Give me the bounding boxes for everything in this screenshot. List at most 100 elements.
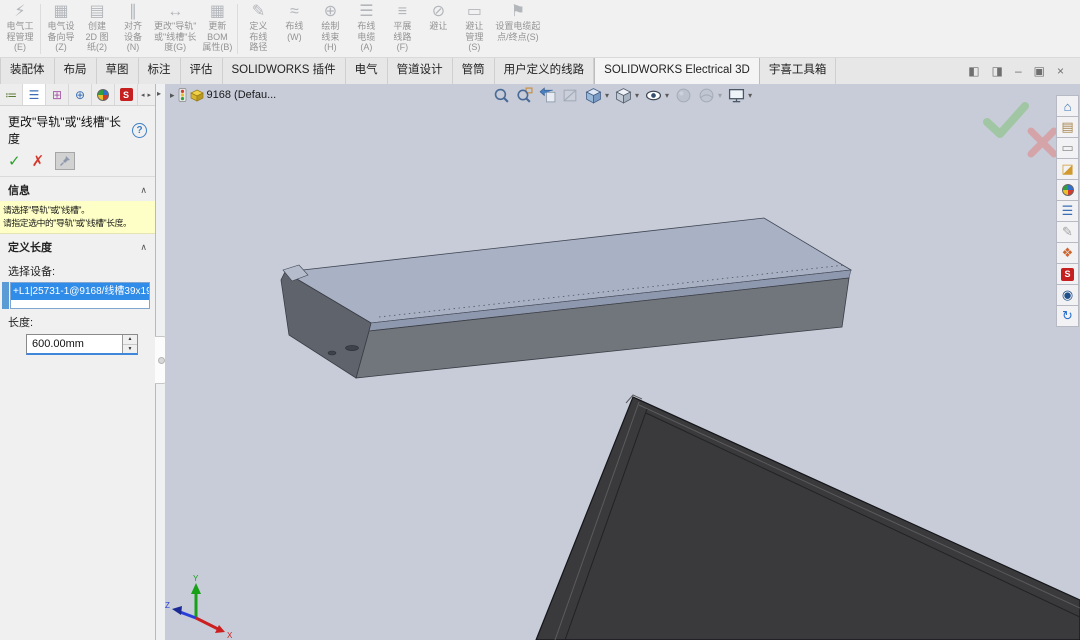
dropdown-caret-icon[interactable]: ▾ [718,91,722,100]
collapse-chevron-icon: ∧ [140,242,147,253]
tab-评估[interactable]: 评估 [181,58,223,84]
restore-icon[interactable]: ▣ [1034,65,1045,77]
ribbon-button-update-bom-properties[interactable]: ▦更新BOM属性(B) [199,1,235,57]
pane-toggle-left-icon[interactable]: ◧ [968,65,979,77]
cable-tray-model[interactable] [281,218,851,378]
task-pane-electrical-manager-button[interactable]: S [1056,263,1079,285]
minimize-icon[interactable]: – [1015,65,1022,77]
edit-appearance-icon[interactable] [675,87,692,104]
tab-草图[interactable]: 草图 [97,58,139,84]
electrical-manager-tab-icon: S [120,88,133,101]
length-input[interactable]: 600.00mm [27,335,122,353]
ribbon-button-set-cable-endpoints[interactable]: ⚑设置电缆起点/终点(S) [492,1,543,57]
confirm-ok-icon[interactable] [987,106,1025,134]
feature-manager-tab[interactable]: ≔ [0,84,23,105]
task-pane-community-button[interactable]: ❖ [1056,242,1079,264]
ribbon-button-align-components[interactable]: ∥对齐设备(N) [115,1,151,57]
stepper-up-icon[interactable]: ▲ [123,335,137,345]
close-icon[interactable]: × [1057,65,1064,77]
display-manager-tab-icon [97,89,109,101]
ribbon-button-label: 避让 [465,21,483,32]
scroll-left-icon[interactable]: ◂ [141,91,145,99]
dropdown-caret-icon[interactable]: ▾ [748,91,752,100]
ribbon-button-label: 设备 [124,32,142,43]
triad-z-label: Z [165,601,170,610]
ribbon-button-draw-harness[interactable]: ⊕绘制线束(H) [312,1,348,57]
dimxpert-manager-tab[interactable]: ⊕ [69,84,92,105]
model-canvas[interactable]: Y X Z [165,84,1080,640]
ribbon-button-avoid-manager[interactable]: ▭避让管理(S) [456,1,492,57]
ok-button[interactable]: ✓ [8,152,21,170]
hide-show-items-icon[interactable] [645,87,662,104]
ribbon-button-define-routing-path[interactable]: ✎定义布线路径 [240,1,276,57]
tab-电气[interactable]: 电气 [346,58,388,84]
ribbon-button-label: 线路 [393,32,411,43]
pane-toggle-right-icon[interactable]: ◨ [992,65,1003,77]
task-pane-custom-properties-button[interactable]: ☰ [1056,200,1079,222]
tree-root-label[interactable]: 9168 (Defau... [207,89,277,101]
tab-管道设计[interactable]: 管道设计 [388,58,453,84]
stepper-down-icon[interactable]: ▼ [123,345,137,354]
zoom-fit-icon[interactable] [493,87,510,104]
panel-flyout-arrow-icon[interactable]: ▸ [157,89,161,98]
ribbon-button-flatten-route[interactable]: ≡平展线路(F) [384,1,420,57]
task-pane-appearances-scenes-button[interactable] [1056,179,1079,201]
ribbon-button-electrical-project-manager[interactable]: ⚡电气工程管理(E) [2,1,38,57]
property-manager-tab[interactable]: ☰ [23,84,46,105]
property-manager-tab-icon: ☰ [29,88,40,102]
view-orientation-icon[interactable] [585,87,602,104]
tab-管筒[interactable]: 管筒 [453,58,495,84]
zoom-area-icon[interactable] [516,87,533,104]
dropdown-caret-icon[interactable]: ▾ [665,91,669,100]
apply-scene-icon[interactable] [698,87,715,104]
info-section-header[interactable]: 信息 ∧ [0,177,155,201]
help-icon[interactable]: ? [132,123,147,138]
task-pane-home-button[interactable]: ⌂ [1056,95,1079,117]
scroll-right-icon[interactable]: ▸ [148,91,152,99]
confirm-cancel-icon[interactable] [1031,131,1054,154]
ribbon-button-route-wires[interactable]: ≈布线(W) [276,1,312,57]
pin-button[interactable] [55,152,75,170]
tab-SOLIDWORKS Electrical 3D[interactable]: SOLIDWORKS Electrical 3D [594,58,760,84]
tab-SOLIDWORKS 插件[interactable]: SOLIDWORKS 插件 [223,58,346,84]
tray-slot-hole [346,345,359,350]
electrical-manager-tab[interactable]: S [115,84,138,105]
task-pane-view-palette-button[interactable]: ◪ [1056,158,1079,180]
tab-宇喜工具箱[interactable]: 宇喜工具箱 [760,58,837,84]
configuration-manager-tab[interactable]: ⊞ [46,84,69,105]
view-settings-icon[interactable] [728,87,745,104]
cabinet-panel-model[interactable] [536,395,1080,640]
define-length-section-header[interactable]: 定义长度 ∧ [0,234,155,258]
tab-用户定义的线路[interactable]: 用户定义的线路 [495,58,595,84]
dropdown-caret-icon[interactable]: ▾ [635,91,639,100]
ribbon-button-label: 绘制 [321,21,339,32]
ribbon-button-label: 2D 图 [85,32,108,43]
tab-标注[interactable]: 标注 [139,58,181,84]
display-manager-tab[interactable] [92,84,115,105]
tab-装配体[interactable]: 装配体 [0,58,55,84]
section-view-icon[interactable] [562,87,579,104]
coordinate-triad: Y X Z [165,574,233,640]
task-pane-hand-tool-button[interactable]: ✎ [1056,221,1079,243]
selected-device-item[interactable]: +L1|25731-1@9168/线槽39x19- [11,283,149,300]
task-pane-refresh-button[interactable]: ↻ [1056,305,1079,327]
device-selection-list[interactable]: +L1|25731-1@9168/线槽39x19- [10,282,150,309]
tree-expand-icon[interactable]: ▸ [170,90,175,101]
task-pane-design-library-button[interactable]: ▤ [1056,116,1079,138]
previous-view-icon[interactable] [539,87,556,104]
tab-布局[interactable]: 布局 [55,58,97,84]
ribbon-button-change-rail-duct-length[interactable]: ↔更改"导轨"或"线槽"长度(G) [151,1,199,57]
ribbon-button-route-cables[interactable]: ☰布线电缆(A) [348,1,384,57]
ribbon-button-avoid[interactable]: ⊘避让 [420,1,456,57]
task-pane-globe-button[interactable]: ◉ [1056,284,1079,306]
activation-bar[interactable] [2,282,9,309]
dropdown-caret-icon[interactable]: ▾ [605,91,609,100]
cancel-button[interactable]: ✗ [32,152,45,170]
ribbon-button-electrical-component-wizard[interactable]: ▦电气设备向导(Z) [43,1,79,57]
flyout-feature-tree[interactable]: ▸ 9168 (Defau... [170,88,276,102]
task-pane-file-explorer-button[interactable]: ▭ [1056,137,1079,159]
ribbon-button-create-2d-drawing[interactable]: ▤创建2D 图纸(2) [79,1,115,57]
ribbon-button-label: 电缆 [357,32,375,43]
graphics-viewport[interactable]: Y X Z ▸ 9168 (Defau... [165,84,1080,640]
display-style-icon[interactable] [615,87,632,104]
